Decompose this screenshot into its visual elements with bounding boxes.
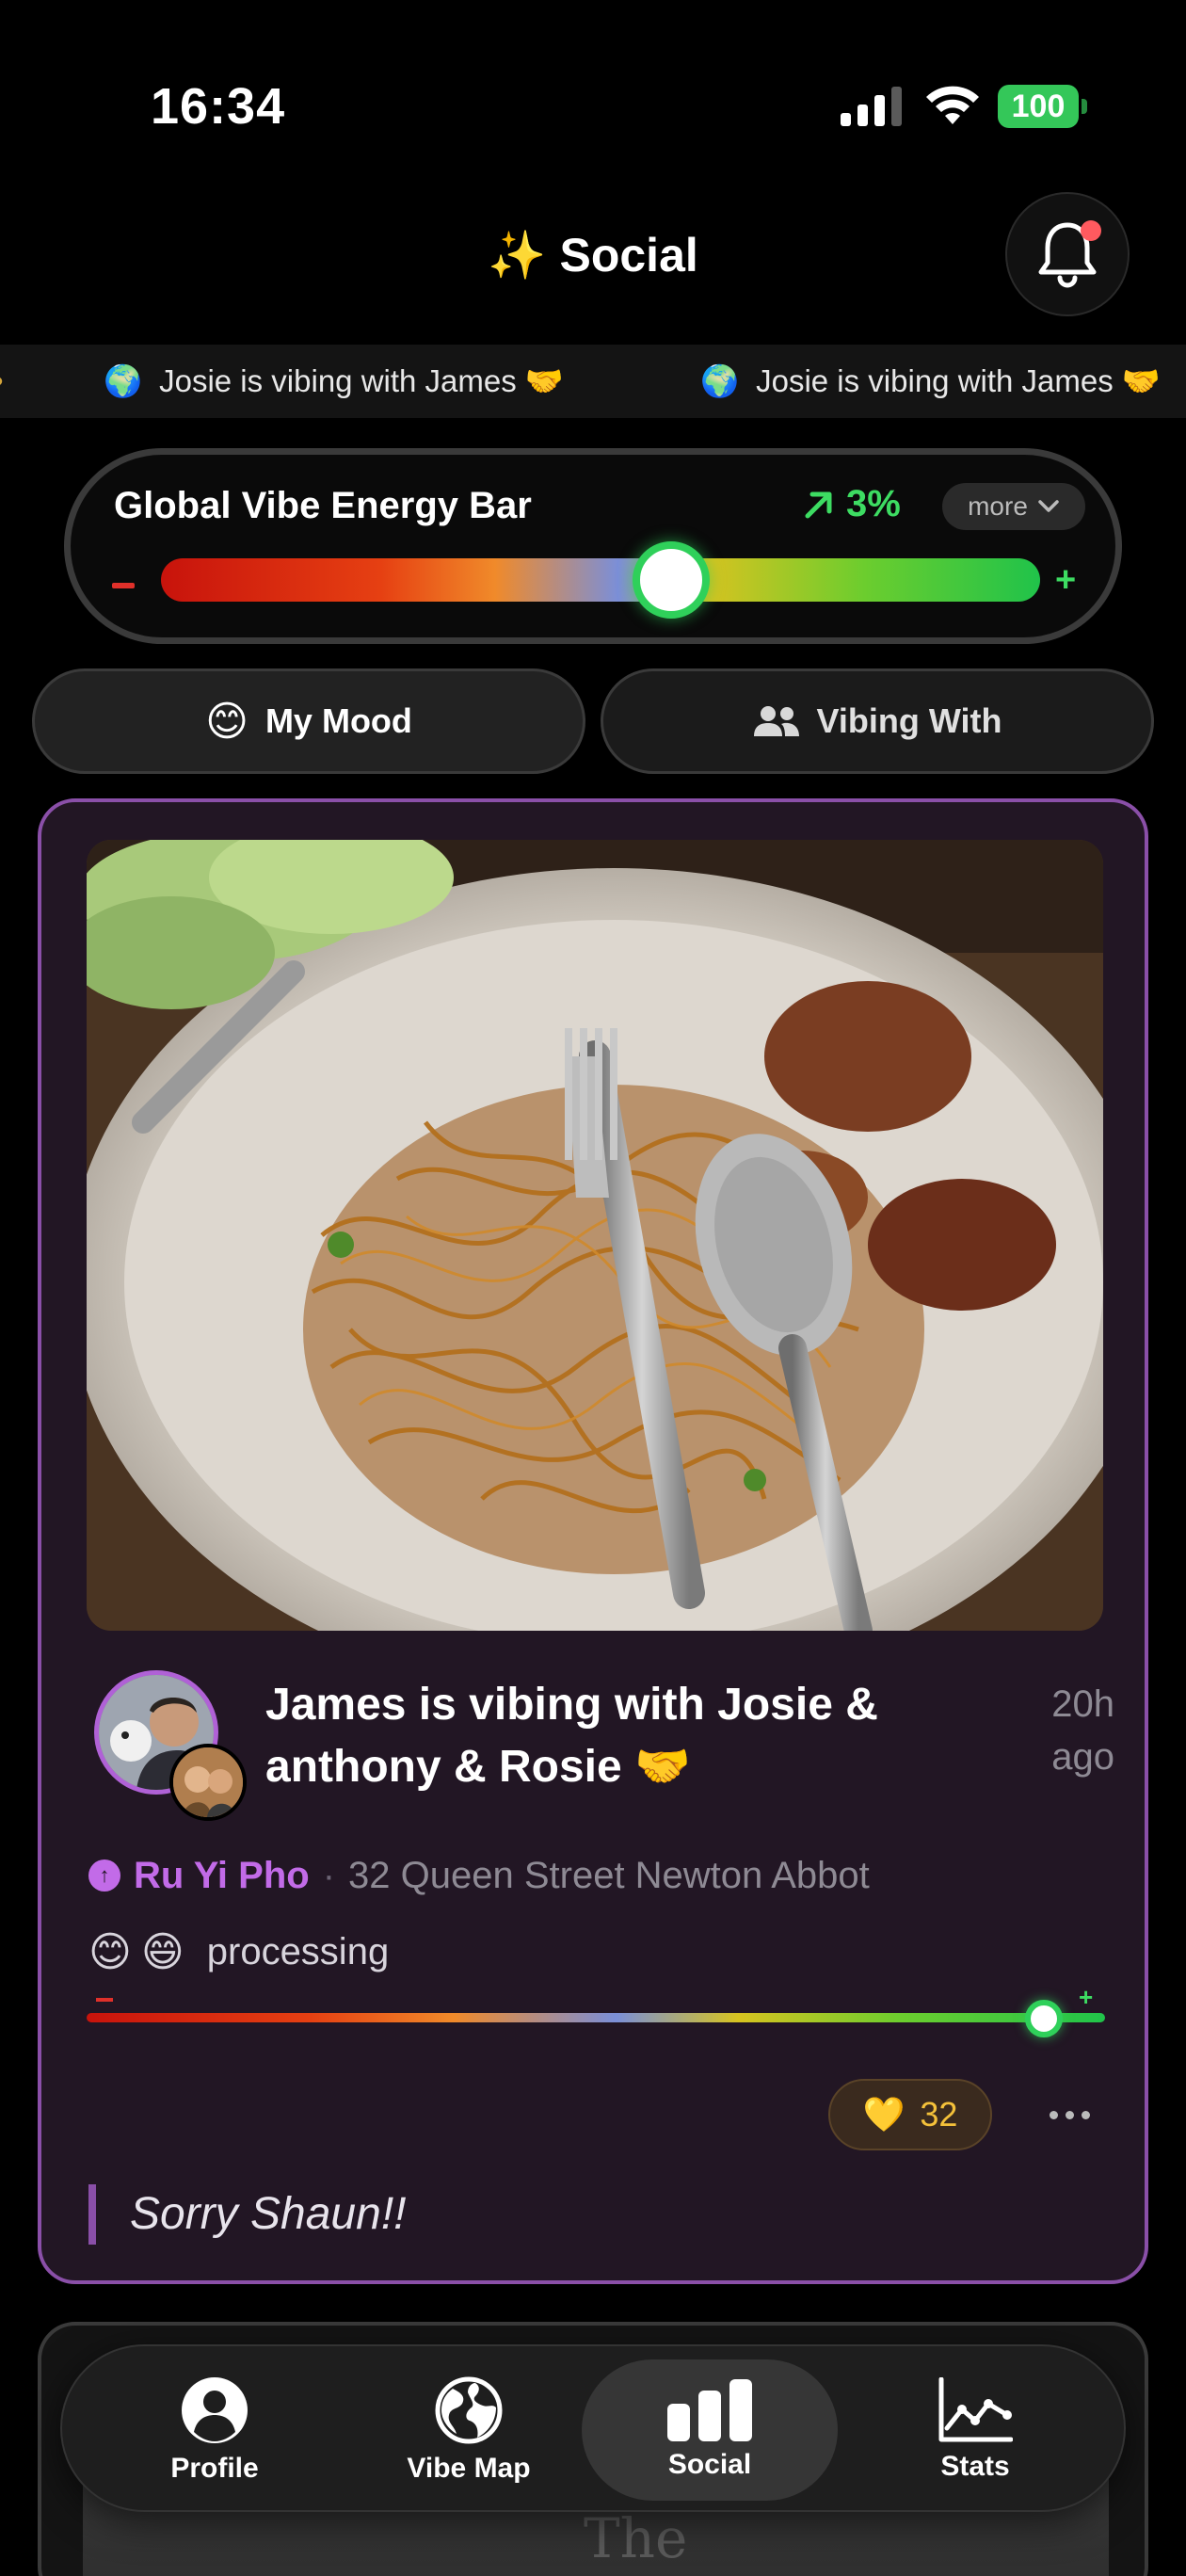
post-headline: James is vibing with Josie & anthony & R… — [265, 1680, 878, 1792]
location-pin-icon: ↑ — [88, 1860, 120, 1892]
tab-label: Vibe Map — [407, 2453, 531, 2484]
ticker-text: Josie is vibing with James 🤝 — [159, 362, 564, 398]
ticker-item: 🌍 Josie is vibing with James 🤝 — [104, 345, 564, 418]
tab-social[interactable]: Social — [582, 2359, 838, 2501]
tab-vibe-map[interactable]: Vibe Map — [341, 2359, 597, 2501]
more-label: more — [968, 491, 1028, 521]
tab-label: Profile — [170, 2453, 259, 2484]
notification-badge — [1081, 220, 1101, 241]
mood-emoji: 😊 — [88, 1928, 132, 1975]
yellow-heart-icon: 💛 — [862, 2095, 906, 2133]
cellular-signal-icon — [841, 87, 902, 126]
vibing-with-label: Vibing With — [816, 701, 1002, 740]
battery-level: 100 — [1011, 89, 1066, 124]
my-mood-label: My Mood — [264, 701, 412, 740]
vibe-change-value: 3% — [846, 483, 901, 524]
post-timestamp: 20h ago — [1051, 1683, 1114, 1778]
place-row[interactable]: ↑ Ru Yi Pho · 32 Queen Street Newton Abb… — [88, 1847, 870, 1904]
bar-chart-icon — [667, 2379, 752, 2441]
sparkles-icon: ✨ — [488, 228, 547, 282]
globe-icon: 🌍 — [104, 362, 143, 398]
status-bar: 16:34 100 — [0, 0, 1186, 188]
tab-bar: Profile Vibe Map Social Stats — [60, 2344, 1126, 2512]
mood-gradient-bar — [87, 2013, 1105, 2022]
ticker-item: • — [0, 345, 4, 418]
reaction-button[interactable]: 💛 32 — [828, 2079, 992, 2150]
notifications-button[interactable] — [1005, 192, 1130, 316]
more-button[interactable]: more — [942, 483, 1085, 530]
vibing-with-button[interactable]: Vibing With — [601, 668, 1154, 774]
battery-indicator: 100 — [998, 85, 1088, 128]
vibe-max-marker: + — [1055, 560, 1077, 600]
activity-ticker: • 🌍 Josie is vibing with James 🤝 🌍 Josie… — [0, 345, 1186, 418]
mood-max-marker: + — [1079, 1983, 1094, 2011]
status-time: 16:34 — [151, 78, 286, 135]
person-icon — [182, 2377, 248, 2443]
smiley-icon: 😊 — [205, 698, 248, 745]
ticker-item: 🌍 Josie is vibing with James 🤝 — [700, 345, 1161, 418]
people-icon — [753, 706, 799, 736]
wifi-icon — [926, 86, 979, 124]
food-photo-illustration — [87, 840, 1103, 1631]
vibe-gradient-track — [161, 558, 1040, 602]
next-post-photo-text: The — [584, 2506, 688, 2570]
post-caption: Sorry Shaun!! — [88, 2184, 406, 2245]
post-card[interactable]: James is vibing with Josie & anthony & R… — [38, 798, 1148, 2284]
tab-stats[interactable]: Stats — [847, 2359, 1103, 2501]
tab-label: Social — [667, 2449, 752, 2480]
post-photo[interactable] — [87, 840, 1103, 1631]
separator-dot: · — [322, 1854, 336, 1896]
place-address: 32 Queen Street Newton Abbot — [348, 1854, 870, 1896]
vibe-bar-title: Global Vibe Energy Bar — [114, 485, 532, 526]
reaction-count: 32 — [920, 2095, 958, 2133]
mood-min-marker — [96, 1998, 113, 2002]
global-vibe-energy-bar: Global Vibe Energy Bar 3% more + — [64, 448, 1122, 644]
place-name[interactable]: Ru Yi Pho — [134, 1855, 310, 1897]
mood-row: 😊 😄 processing — [88, 1919, 389, 1985]
mood-emoji: 😄 — [140, 1928, 184, 1975]
vibe-min-marker — [112, 583, 135, 588]
line-chart-icon — [938, 2377, 1013, 2442]
trend-up-arrow-icon — [805, 491, 832, 518]
my-mood-button[interactable]: 😊 My Mood — [32, 668, 585, 774]
post-options-button[interactable] — [1034, 2088, 1105, 2141]
tab-profile[interactable]: Profile — [87, 2359, 343, 2501]
mood-level-knob — [1025, 2000, 1064, 2037]
avatar-secondary[interactable] — [169, 1744, 247, 1821]
chevron-down-icon — [1038, 500, 1059, 512]
globe-icon — [435, 2376, 503, 2444]
vibe-level-knob[interactable] — [632, 541, 710, 619]
ticker-text: Josie is vibing with James 🤝 — [756, 362, 1161, 398]
page-title: ✨ Social — [471, 222, 715, 288]
vibe-change: 3% — [803, 483, 901, 525]
avatar-photo — [173, 1747, 243, 1817]
page-title-text: Social — [559, 229, 698, 282]
mood-label: processing — [206, 1930, 390, 1972]
globe-icon: 🌍 — [700, 362, 740, 398]
tab-label: Stats — [940, 2451, 1010, 2482]
